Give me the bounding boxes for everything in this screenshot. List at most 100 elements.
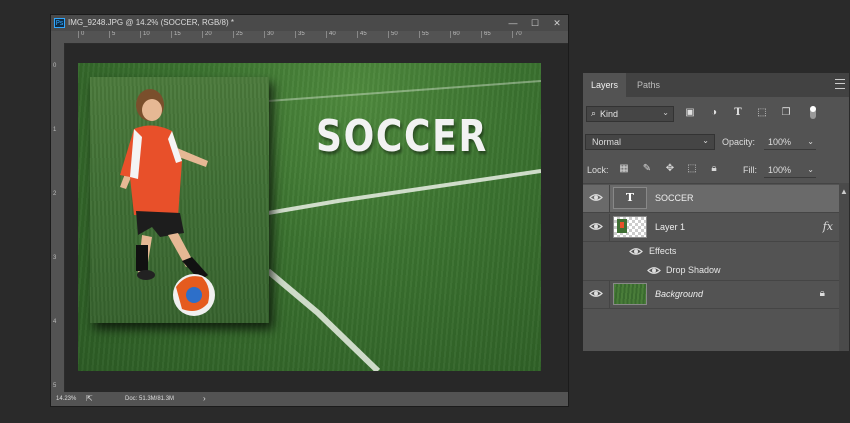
- layer-background[interactable]: Background 🔒︎: [583, 281, 839, 309]
- blend-row: Normal ⌄ Opacity: 100% ⌄: [583, 133, 849, 153]
- kind-filter-label: Kind: [600, 109, 619, 119]
- lock-brush-icon[interactable]: ✎: [640, 162, 654, 176]
- doc-size-info: Doc: 51.3M/81.3M: [125, 396, 175, 402]
- scroll-up-arrow[interactable]: ▲: [839, 187, 849, 196]
- ruler-tick-label: 70: [512, 31, 522, 38]
- divider: [609, 185, 610, 212]
- ruler-tick-label: 40: [326, 31, 336, 38]
- ruler-tick-label: 3: [53, 255, 57, 261]
- divider: [583, 183, 849, 184]
- ruler-tick-label: 2: [53, 191, 57, 197]
- ruler-tick-label: 5: [109, 31, 115, 38]
- kind-filter-select[interactable]: ⌕ Kind ⌄: [586, 106, 674, 122]
- ruler-tick-label: 1: [53, 127, 57, 133]
- canvas[interactable]: SOCCER: [78, 63, 541, 371]
- filter-row: ⌕ Kind ⌄ ▣ ◑ T ⬚ ❐: [583, 105, 849, 125]
- layer-1[interactable]: Layer 1 fx: [583, 214, 839, 242]
- filter-toggle[interactable]: [810, 106, 816, 119]
- image-filter-icon[interactable]: ▣: [683, 106, 697, 120]
- status-menu-arrow[interactable]: ›: [203, 394, 206, 403]
- horizontal-ruler[interactable]: 0 5 10 15 20 25 30 35 40 45 50 55 60 65 70: [64, 31, 568, 44]
- layer-name[interactable]: Layer 1: [655, 222, 685, 232]
- player-figure: [120, 89, 215, 316]
- chevron-down-icon: ⌄: [702, 136, 709, 145]
- divider: [609, 214, 610, 241]
- effects-row[interactable]: Effects: [583, 242, 839, 261]
- fill-label: Fill:: [743, 165, 757, 175]
- fill-input[interactable]: 100% ⌄: [764, 162, 816, 178]
- ruler-tick-label: 65: [481, 31, 491, 38]
- player-photo[interactable]: [90, 77, 269, 323]
- layers-panel: Layers Paths ⌕ Kind ⌄ ▣ ◑ T ⬚ ❐ Normal ⌄…: [582, 72, 850, 352]
- opacity-label: Opacity:: [722, 137, 756, 147]
- panel-tabs: Layers Paths: [583, 73, 849, 97]
- lock-row: Lock: ▦ ✎ ✥ ⬚ 🔒︎ Fill: 100% ⌄: [583, 161, 849, 181]
- fill-value: 100%: [768, 165, 792, 175]
- lock-artboard-icon[interactable]: ⬚: [685, 162, 699, 176]
- photoshop-icon: Ps: [54, 18, 65, 28]
- document-title: IMG_9248.JPG @ 14.2% (SOCCER, RGB/8) *: [68, 18, 234, 27]
- close-button[interactable]: ✕: [546, 15, 568, 31]
- layers-scrollbar[interactable]: ▲: [839, 183, 849, 351]
- lock-transparent-icon[interactable]: ▦: [617, 162, 631, 176]
- chevron-down-icon: ⌄: [807, 165, 814, 174]
- layer-name[interactable]: SOCCER: [655, 193, 694, 203]
- ruler-tick-label: 35: [295, 31, 305, 38]
- layer-thumbnail: [613, 216, 647, 238]
- ruler-tick-label: 25: [233, 31, 243, 38]
- share-icon[interactable]: ⇱: [86, 394, 93, 403]
- opacity-value: 100%: [768, 137, 792, 147]
- ruler-corner[interactable]: [51, 31, 64, 43]
- ruler-tick-label: 4: [53, 319, 57, 325]
- chevron-down-icon: ⌄: [662, 108, 669, 117]
- eye-icon[interactable]: [589, 289, 603, 298]
- ruler-tick-label: 55: [419, 31, 429, 38]
- ruler-tick-label: 45: [357, 31, 367, 38]
- drop-shadow-label: Drop Shadow: [666, 265, 721, 275]
- status-bar: 14.23% ⇱ Doc: 51.3M/81.3M ›: [51, 392, 568, 406]
- background-thumbnail: [613, 283, 647, 305]
- tab-paths[interactable]: Paths: [629, 73, 668, 97]
- search-icon: ⌕: [591, 108, 597, 118]
- type-filter-icon[interactable]: T: [731, 106, 745, 120]
- chevron-down-icon: ⌄: [807, 137, 814, 146]
- drop-shadow-row[interactable]: Drop Shadow: [583, 261, 839, 281]
- ruler-tick-label: 15: [171, 31, 181, 38]
- shape-filter-icon[interactable]: ⬚: [755, 106, 769, 120]
- lock-position-icon[interactable]: ✥: [663, 162, 677, 176]
- panel-menu-icon[interactable]: [835, 79, 845, 89]
- tab-layers[interactable]: Layers: [583, 73, 627, 97]
- ruler-tick-label: 50: [388, 31, 398, 38]
- zoom-level[interactable]: 14.23%: [56, 396, 76, 402]
- lock-all-icon[interactable]: 🔒︎: [707, 162, 721, 176]
- blend-mode-select[interactable]: Normal ⌄: [585, 134, 715, 150]
- divider: [609, 281, 610, 308]
- eye-icon[interactable]: [589, 193, 603, 202]
- document-tab[interactable]: Ps IMG_9248.JPG @ 14.2% (SOCCER, RGB/8) …: [51, 15, 568, 31]
- maximize-button[interactable]: ☐: [524, 15, 546, 31]
- vertical-ruler[interactable]: 0 1 2 3 4 5: [51, 43, 65, 392]
- lock-label: Lock:: [587, 165, 609, 175]
- ruler-tick-label: 30: [264, 31, 274, 38]
- smart-object-filter-icon[interactable]: ❐: [779, 106, 793, 120]
- fx-icon[interactable]: fx: [823, 220, 833, 233]
- opacity-input[interactable]: 100% ⌄: [764, 134, 816, 150]
- eye-icon[interactable]: [629, 247, 643, 256]
- effects-label: Effects: [649, 246, 677, 256]
- soccer-text-layer[interactable]: SOCCER: [316, 111, 488, 162]
- eye-icon[interactable]: [589, 222, 603, 231]
- adjustment-filter-icon[interactable]: ◑: [707, 106, 721, 120]
- ruler-tick-label: 20: [202, 31, 212, 38]
- ruler-tick-label: 10: [140, 31, 150, 38]
- text-layer-thumbnail: T: [613, 187, 647, 209]
- ruler-tick-label: 0: [53, 63, 57, 69]
- minimize-button[interactable]: —: [502, 15, 524, 31]
- ruler-tick-label: 60: [450, 31, 460, 38]
- lock-icon: 🔒︎: [819, 288, 825, 299]
- layer-soccer[interactable]: T SOCCER: [583, 185, 839, 213]
- ruler-tick-label: 5: [53, 383, 57, 389]
- blend-mode-value: Normal: [592, 137, 622, 147]
- ruler-tick-label: 0: [78, 31, 84, 38]
- eye-icon[interactable]: [647, 266, 661, 275]
- layer-name[interactable]: Background: [655, 289, 703, 299]
